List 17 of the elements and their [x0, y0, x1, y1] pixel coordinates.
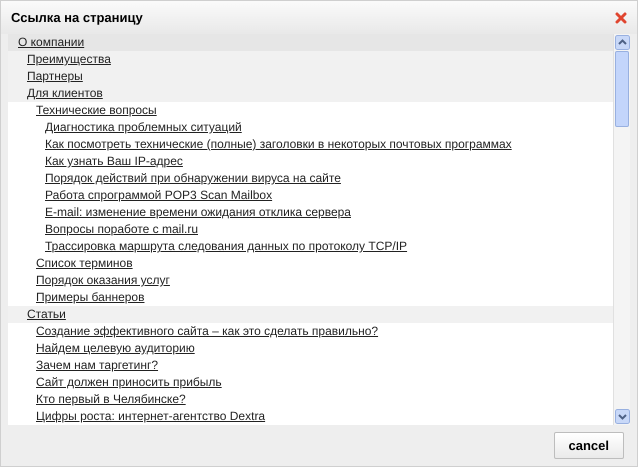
page-link[interactable]: Примеры баннеров: [36, 290, 144, 305]
dialog-title: Ссылка на страницу: [11, 8, 143, 27]
cancel-button[interactable]: cancel: [554, 432, 624, 459]
scroll-up-icon[interactable]: [614, 35, 630, 50]
page-link[interactable]: Список терминов: [36, 256, 133, 271]
page-link[interactable]: Технические вопросы: [36, 103, 157, 118]
page-link[interactable]: Зачем нам таргетинг?: [36, 358, 158, 373]
page-link[interactable]: Порядок оказания услуг: [36, 273, 170, 288]
scrollbar[interactable]: [613, 34, 630, 425]
page-link[interactable]: Партнеры: [27, 69, 83, 84]
scroll-down-icon[interactable]: [614, 409, 630, 424]
close-icon[interactable]: [615, 12, 627, 24]
page-link[interactable]: Преимущества: [27, 52, 111, 67]
page-link[interactable]: О компании: [18, 35, 84, 50]
scroll-thumb[interactable]: [615, 51, 629, 127]
page-link[interactable]: Статьи: [27, 307, 66, 322]
page-link[interactable]: Для клиентов: [27, 86, 103, 101]
